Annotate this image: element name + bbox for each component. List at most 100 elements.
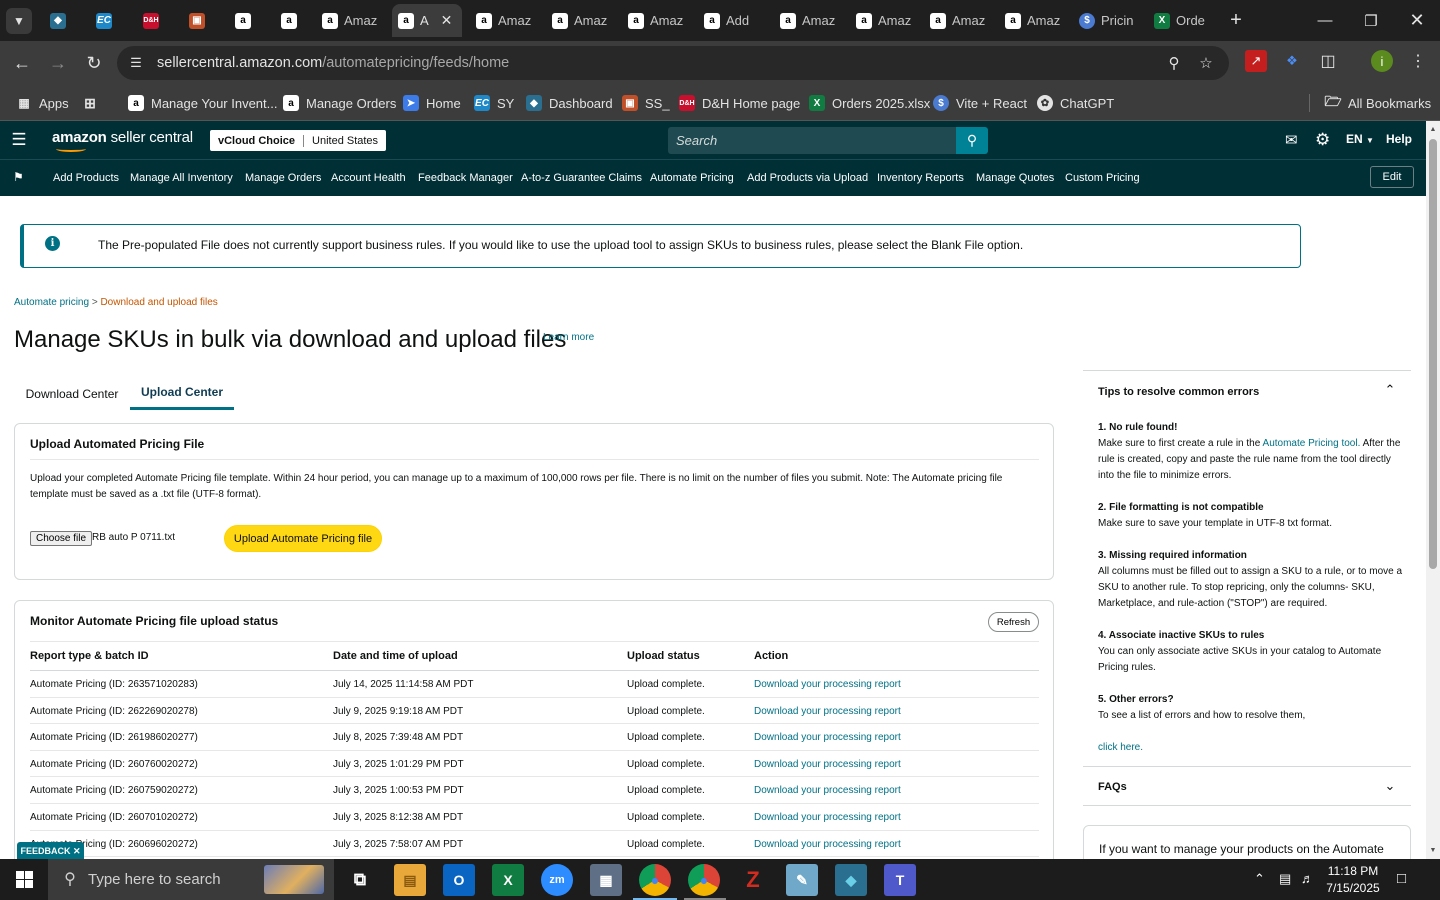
browser-tab[interactable]: EC (90, 4, 124, 37)
seller-central-logo[interactable]: amazon seller central (52, 129, 193, 146)
download-report-link[interactable]: Download your processing report (754, 706, 901, 717)
scrollbar-thumb[interactable] (1429, 139, 1437, 569)
nav-custom-pricing[interactable]: Custom Pricing (1065, 172, 1140, 184)
nav-manage-orders[interactable]: Manage Orders (245, 172, 321, 184)
hamburger-menu-icon[interactable]: ☰ (10, 130, 28, 149)
page-scrollbar[interactable]: ▲ ▼ (1426, 121, 1440, 859)
automate-pricing-tool-link[interactable]: Automate Pricing tool. (1263, 438, 1361, 449)
store-picker[interactable]: vCloud Choice United States (210, 130, 387, 151)
nav-feedback-manager[interactable]: Feedback Manager (418, 172, 513, 184)
nav-add-products-upload[interactable]: Add Products via Upload (747, 172, 868, 184)
download-report-link[interactable]: Download your processing report (754, 732, 901, 743)
back-arrow-icon[interactable]: ← (8, 49, 36, 77)
chevron-up-icon[interactable]: ⌃ (1381, 381, 1399, 399)
pdf-extension-icon[interactable]: ↗ (1245, 50, 1267, 72)
click-here-link[interactable]: click here. (1098, 740, 1403, 756)
taskbar-clock[interactable]: 11:18 PM 7/15/2025 (1322, 863, 1384, 897)
reload-icon[interactable]: ↻ (80, 49, 108, 77)
browser-tab-active[interactable]: a A ✕ (392, 4, 462, 37)
bookmark-home[interactable]: ➤ Home (403, 91, 461, 115)
profile-avatar-icon[interactable]: i (1371, 50, 1393, 72)
tab-download-center[interactable]: Download Center (14, 377, 130, 410)
zoom-icon[interactable]: zm (541, 864, 573, 896)
browser-tab[interactable]: a Amaz (999, 4, 1069, 37)
minimize-icon[interactable]: — (1302, 0, 1348, 41)
bookmark-manage-inventory[interactable]: a Manage Your Invent... (128, 91, 277, 115)
browser-tab[interactable]: a Amaz (850, 4, 920, 37)
tray-chevron-up-icon[interactable]: ⌃ (1254, 871, 1265, 887)
calculator-icon[interactable]: ▦ (590, 864, 622, 896)
bookmark-dashboard[interactable]: ◆ Dashboard (526, 91, 613, 115)
windows-start-icon[interactable] (0, 859, 48, 900)
nav-automate-pricing[interactable]: Automate Pricing (650, 172, 734, 184)
browser-tab[interactable]: D&H (137, 4, 171, 37)
network-icon[interactable]: ▤ (1279, 871, 1291, 887)
learn-more-link[interactable]: Learn more (543, 332, 594, 343)
volume-icon[interactable]: ♬ (1301, 871, 1314, 886)
faqs-section[interactable]: FAQs ⌄ (1083, 767, 1411, 806)
tab-upload-center[interactable]: Upload Center (130, 377, 234, 410)
help-link[interactable]: Help (1386, 132, 1412, 146)
close-window-icon[interactable]: ✕ (1394, 0, 1440, 41)
bookmark-star-icon[interactable]: ☆ (1195, 52, 1217, 74)
browser-tab[interactable]: a Amaz (316, 4, 386, 37)
nav-inventory-reports[interactable]: Inventory Reports (877, 172, 964, 184)
nav-atoz-claims[interactable]: A-to-z Guarantee Claims (521, 172, 642, 184)
nav-manage-quotes[interactable]: Manage Quotes (976, 172, 1054, 184)
task-view-icon[interactable]: ⧉ (344, 864, 376, 896)
feedback-tab[interactable]: FEEDBACK ✕ (17, 842, 84, 859)
tab-close-icon[interactable]: ✕ (441, 12, 453, 29)
search-icon[interactable]: ⚲ (956, 127, 988, 154)
diamond-app-icon[interactable]: ◆ (835, 864, 867, 896)
choose-file-button[interactable]: Choose file (30, 531, 93, 546)
chrome-icon[interactable]: ● (639, 864, 671, 896)
nav-add-products[interactable]: Add Products (53, 172, 119, 184)
search-input[interactable]: Search (668, 127, 956, 154)
breadcrumb-automate-pricing[interactable]: Automate pricing (14, 297, 89, 308)
bookmark-manage-orders[interactable]: a Manage Orders (283, 91, 396, 115)
bookmark-sy[interactable]: EC SY (474, 91, 514, 115)
browser-tab[interactable]: X Orde (1148, 4, 1218, 37)
filezilla-icon[interactable]: Z (737, 864, 769, 896)
browser-tab[interactable]: a (229, 4, 263, 37)
browser-tab[interactable]: a Amaz (470, 4, 540, 37)
site-info-tune-icon[interactable]: ☰ (125, 52, 147, 74)
teams-icon[interactable]: T (884, 864, 916, 896)
bookmark-flag-icon[interactable]: ⚑ (13, 170, 24, 184)
browser-tab[interactable]: a (275, 4, 309, 37)
all-bookmarks[interactable]: 🗁 All Bookmarks (1324, 91, 1431, 115)
zoom-search-icon[interactable]: ⚲ (1163, 52, 1185, 74)
notepad-icon[interactable]: ✎ (786, 864, 818, 896)
language-selector[interactable]: EN ▼ (1346, 132, 1374, 146)
file-explorer-icon[interactable]: ▤ (394, 864, 426, 896)
download-report-link[interactable]: Download your processing report (754, 759, 901, 770)
refresh-button[interactable]: Refresh (988, 612, 1039, 632)
chrome-profile-icon[interactable]: ● (688, 864, 720, 896)
bookmark-ss[interactable]: ▣ SS_ (622, 91, 670, 115)
bookmark-apps[interactable]: ▦ Apps (16, 91, 68, 115)
restore-window-icon[interactable]: ❐ (1348, 0, 1394, 41)
close-icon[interactable]: ✕ (73, 846, 81, 857)
notification-center-icon[interactable]: □ (1397, 870, 1406, 887)
browser-tab[interactable]: a Amaz (774, 4, 844, 37)
nav-account-health[interactable]: Account Health (331, 172, 406, 184)
nav-manage-all-inventory[interactable]: Manage All Inventory (130, 172, 233, 184)
bookmark-dh-home[interactable]: D&H D&H Home page (679, 91, 800, 115)
browser-tab[interactable]: $ Pricin (1073, 4, 1145, 37)
gear-icon[interactable]: ⚙ (1315, 130, 1330, 150)
browser-tab[interactable]: a Amaz (924, 4, 994, 37)
browser-menu-icon[interactable]: ⋮ (1407, 50, 1429, 72)
new-tab-plus-icon[interactable]: + (1225, 8, 1247, 32)
mail-icon[interactable]: ✉ (1285, 130, 1298, 150)
excel-icon[interactable]: X (492, 864, 524, 896)
browser-tab[interactable]: a Amaz (622, 4, 692, 37)
bookmark-chatgpt[interactable]: ✿ ChatGPT (1037, 91, 1114, 115)
bookmark-grid[interactable]: ⊞ (82, 91, 98, 115)
forward-arrow-icon[interactable]: → (44, 49, 72, 77)
browser-tab[interactable]: ◆ (44, 4, 78, 37)
bookmark-vite-react[interactable]: $ Vite + React (933, 91, 1027, 115)
browser-tab[interactable]: ▣ (183, 4, 217, 37)
scroll-down-arrow-icon[interactable]: ▼ (1428, 845, 1438, 855)
upload-automate-pricing-button[interactable]: Upload Automate Pricing file (224, 525, 382, 552)
download-report-link[interactable]: Download your processing report (754, 679, 901, 690)
